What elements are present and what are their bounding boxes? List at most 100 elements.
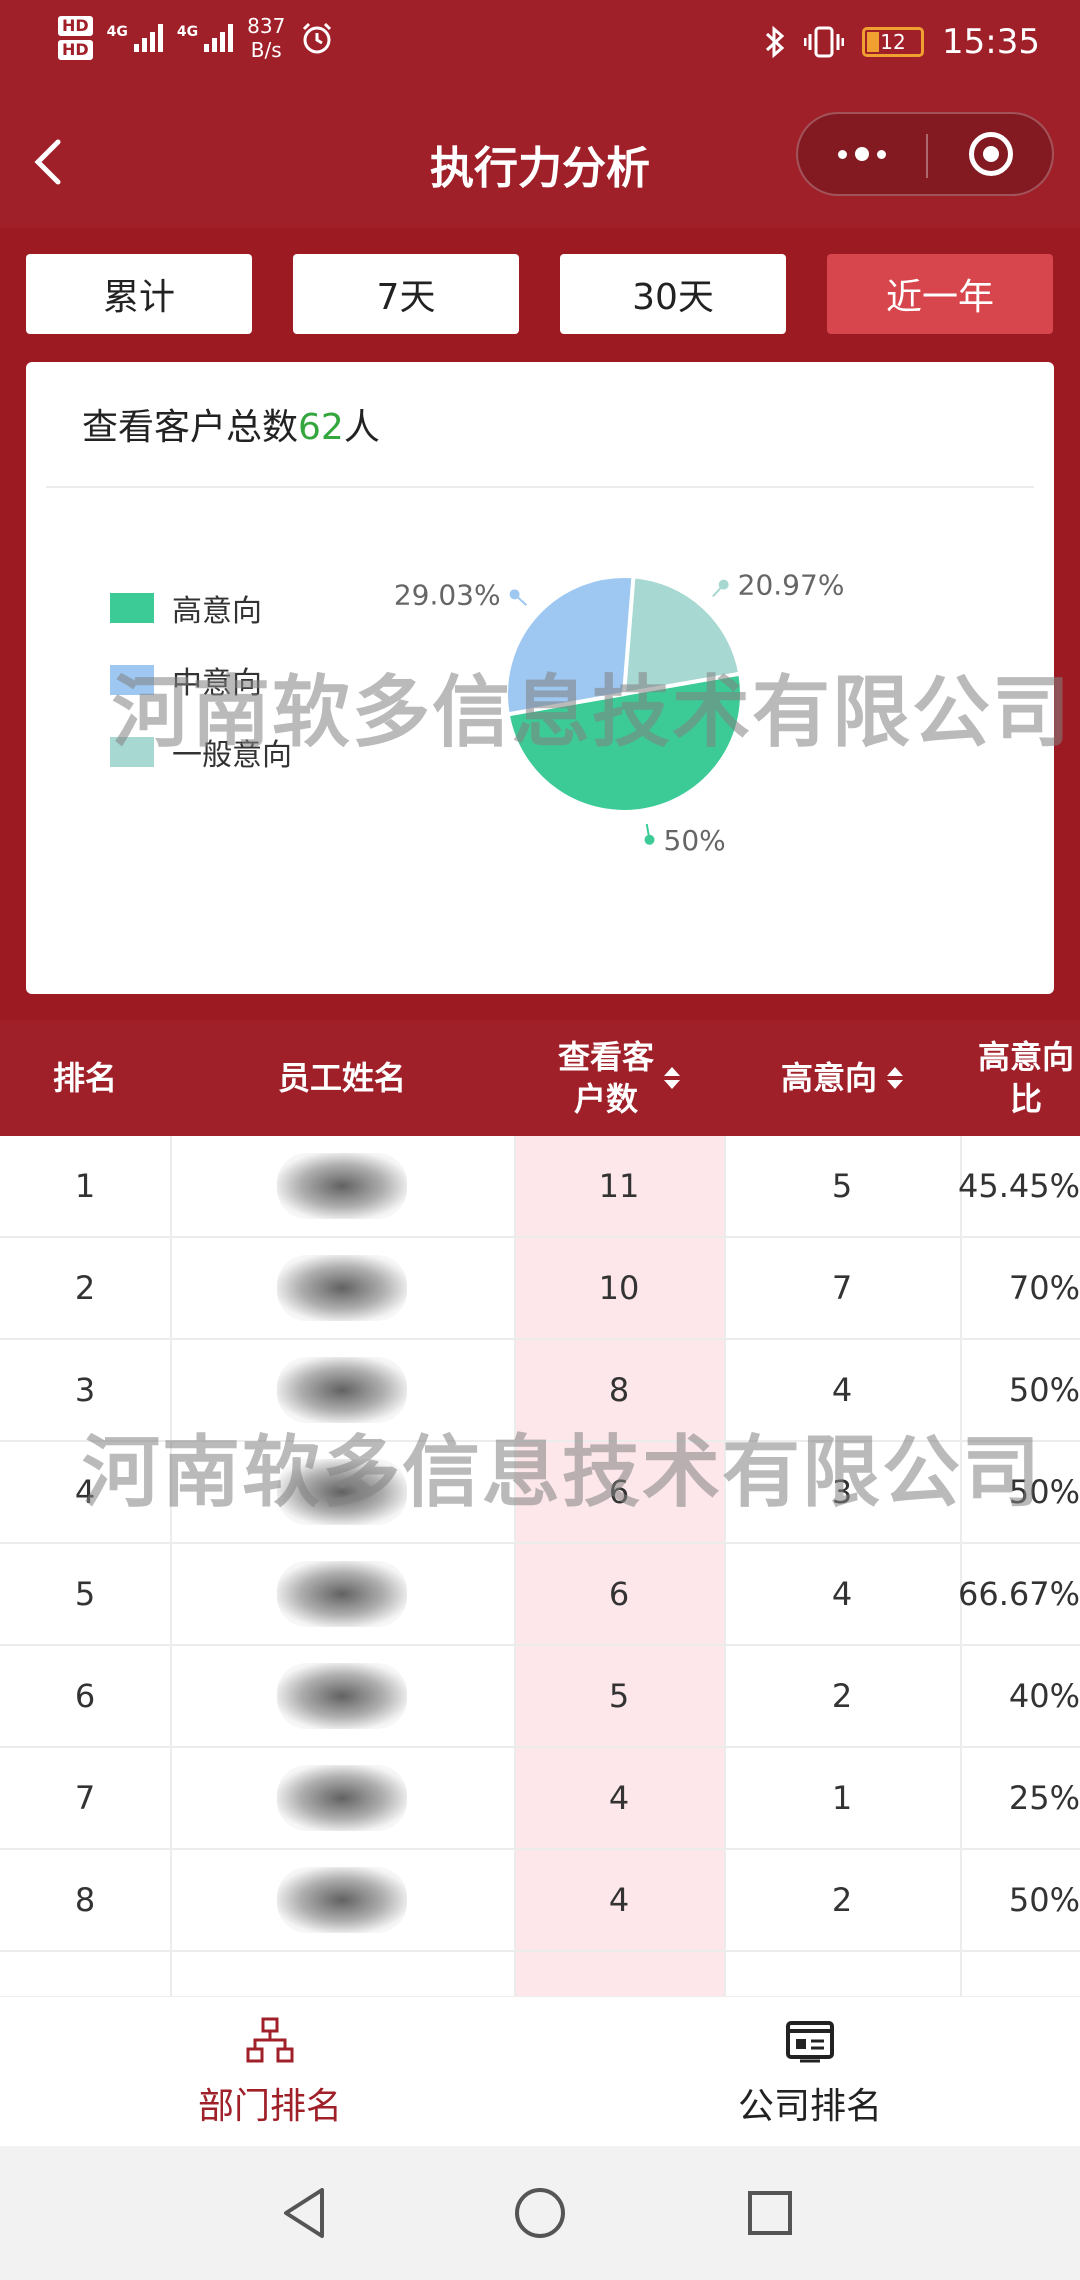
employee-name-cell <box>170 1136 514 1236</box>
redacted-name <box>277 1663 407 1729</box>
high-intent-cell: 3 <box>831 1473 853 1511</box>
viewed-count-cell: 4 <box>608 1881 630 1919</box>
battery-icon: 12 <box>862 27 925 57</box>
col-employee-name: 员工姓名 <box>277 1059 406 1097</box>
col-high-intent-sort[interactable]: 高意向 <box>724 1020 960 1136</box>
system-home-button[interactable] <box>505 2178 575 2248</box>
hd-badge-2: HD <box>58 40 93 60</box>
high-ratio-cell: 70% <box>1008 1269 1080 1307</box>
employee-name-cell <box>170 1340 514 1440</box>
clock: 15:35 <box>942 22 1040 62</box>
rank-cell: 4 <box>74 1473 96 1511</box>
viewed-count-cell: 8 <box>608 1371 630 1409</box>
table-row[interactable]: 4 6 3 50% <box>0 1442 1080 1544</box>
ranking-table-header: 排名 员工姓名 查看客 户数 高意向 高意向比 <box>0 1020 1080 1136</box>
high-intent-cell: 7 <box>831 1269 853 1307</box>
redacted-name <box>277 1255 407 1321</box>
system-navigation-bar <box>0 2146 1080 2280</box>
pie-leader-line-1 <box>513 593 528 606</box>
employee-name-cell <box>170 1850 514 1950</box>
square-recents-icon <box>748 2191 792 2235</box>
redacted-name <box>277 1153 407 1219</box>
chevron-left-icon <box>34 139 61 185</box>
pie-label-0: 50% <box>664 824 726 857</box>
pie-slice-1[interactable] <box>504 574 636 717</box>
signal-icon-2: 4G <box>177 24 234 52</box>
miniprogram-capsule <box>796 112 1054 196</box>
col-rank: 排名 <box>52 1059 117 1097</box>
high-intent-cell: 5 <box>831 1167 853 1205</box>
rank-cell: 3 <box>74 1371 96 1409</box>
ranking-table-body: 1 11 5 45.45% 2 10 7 70% 3 8 4 50% 4 6 3 50% 5 6 4 66.67% 6 5… <box>0 1136 1080 1996</box>
redacted-name <box>277 1867 407 1933</box>
org-chart-icon <box>246 2017 294 2063</box>
circle-home-icon <box>515 2188 565 2238</box>
more-icon <box>838 149 847 159</box>
redacted-name <box>277 1357 407 1423</box>
tab-30-days[interactable]: 30天 <box>560 254 786 334</box>
employee-name-cell <box>170 1544 514 1644</box>
col-viewed-sort[interactable]: 查看客 户数 <box>514 1020 724 1136</box>
system-recents-button[interactable] <box>735 2178 805 2248</box>
table-row[interactable]: 5 6 4 66.67% <box>0 1544 1080 1646</box>
table-row[interactable]: 3 8 4 50% <box>0 1340 1080 1442</box>
nav-company-ranking[interactable]: 公司排名 <box>540 1997 1080 2147</box>
employee-name-cell <box>170 1646 514 1746</box>
signal-icon-1: 4G <box>107 24 163 52</box>
app-header: 执行力分析 <box>0 92 1080 228</box>
viewed-count-cell: 11 <box>598 1167 640 1205</box>
rank-cell: 8 <box>74 1881 96 1919</box>
close-button[interactable] <box>928 114 1054 194</box>
nav-dept-ranking[interactable]: 部门排名 <box>0 1997 540 2147</box>
table-row[interactable] <box>0 1952 1080 1996</box>
bottom-nav: 部门排名 公司排名 <box>0 1996 1080 2146</box>
table-row[interactable]: 6 5 2 40% <box>0 1646 1080 1748</box>
employee-name-cell <box>170 1748 514 1848</box>
high-ratio-cell: 50% <box>1008 1371 1080 1409</box>
triangle-back-icon <box>284 2188 324 2238</box>
redacted-name <box>277 1561 407 1627</box>
period-tabs: 累计 7天 30天 近一年 <box>26 254 1054 336</box>
rank-cell: 7 <box>74 1779 96 1817</box>
high-ratio-cell: 25% <box>1008 1779 1080 1817</box>
table-row[interactable]: 2 10 7 70% <box>0 1238 1080 1340</box>
system-back-button[interactable] <box>270 2178 340 2248</box>
tab-cumulative[interactable]: 累计 <box>26 254 252 334</box>
intent-pie-chart: 50% 29.03% 20.97% <box>394 569 845 857</box>
redacted-name <box>277 1459 407 1525</box>
pie-label-2: 20.97% <box>738 569 845 602</box>
table-row[interactable]: 7 4 1 25% <box>0 1748 1080 1850</box>
more-button[interactable] <box>798 114 926 194</box>
summary-card: 查看客户总数62人 高意向 中意向 一般意向 50% 29.03% 20.97% <box>26 362 1054 994</box>
employee-name-cell <box>170 1442 514 1542</box>
high-ratio-cell: 50% <box>1008 1473 1080 1511</box>
viewed-count-cell: 4 <box>608 1779 630 1817</box>
id-card-icon <box>786 2021 834 2063</box>
bluetooth-icon <box>765 25 785 59</box>
rank-cell: 5 <box>74 1575 96 1613</box>
employee-name-cell <box>170 1238 514 1338</box>
col-high-ratio: 高意向比 <box>978 1038 1075 1118</box>
rank-cell: 6 <box>74 1677 96 1715</box>
tab-last-year[interactable]: 近一年 <box>827 254 1053 334</box>
high-intent-cell: 4 <box>831 1575 853 1613</box>
viewed-count-cell: 6 <box>608 1575 630 1613</box>
high-intent-cell: 2 <box>831 1677 853 1715</box>
table-row[interactable]: 1 11 5 45.45% <box>0 1136 1080 1238</box>
target-icon <box>969 132 1013 176</box>
vibrate-icon <box>804 26 845 58</box>
tab-7-days[interactable]: 7天 <box>293 254 519 334</box>
sort-icon <box>887 1067 903 1089</box>
table-row[interactable]: 8 4 2 50% <box>0 1850 1080 1952</box>
redacted-name <box>277 1765 407 1831</box>
high-ratio-cell: 66.67% <box>957 1575 1080 1613</box>
hd-badge-1: HD <box>58 16 93 36</box>
high-ratio-cell: 45.45% <box>957 1167 1080 1205</box>
high-ratio-cell: 40% <box>1008 1677 1080 1715</box>
pie-leader-line-2 <box>712 583 725 598</box>
viewed-count-cell: 10 <box>598 1269 640 1307</box>
high-intent-cell: 1 <box>831 1779 853 1817</box>
rank-cell: 2 <box>74 1269 96 1307</box>
high-ratio-cell: 50% <box>1008 1881 1080 1919</box>
back-button[interactable] <box>20 132 80 192</box>
